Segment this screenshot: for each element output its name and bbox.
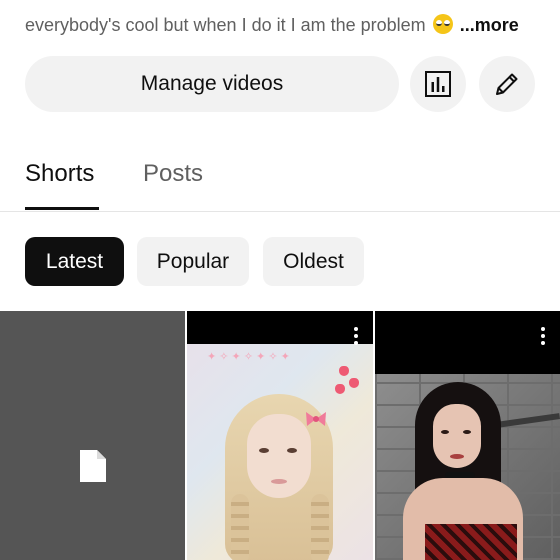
manage-videos-button[interactable]: Manage videos [25, 56, 399, 112]
short-thumbnail-image: ✦ ✧ ✦ ✧ ✦ ✧ ✦ [187, 344, 373, 560]
content-tabs: Shorts Posts [0, 150, 560, 212]
pencil-icon [496, 73, 518, 95]
thumbnail-figure-plaid-top [425, 524, 517, 560]
strawberry-decoration [335, 384, 345, 394]
document-icon [80, 450, 106, 482]
thumbnail-figure-eye [463, 430, 471, 434]
filter-chip-latest[interactable]: Latest [25, 237, 124, 286]
sparkle-decoration: ✦ ✧ ✦ ✧ ✦ ✧ ✦ [207, 351, 290, 363]
bio-text: everybody's cool but when I do it I am t… [25, 15, 426, 35]
more-vert-icon[interactable] [353, 327, 359, 349]
shorts-grid: ✦ ✧ ✦ ✧ ✦ ✧ ✦ [0, 311, 560, 560]
thumbnail-figure-eye [441, 430, 449, 434]
analytics-button[interactable] [410, 56, 466, 112]
thumbnail-figure-eye [287, 448, 297, 453]
strawberry-decoration [339, 366, 349, 376]
thumbnail-figure-braid [311, 494, 329, 560]
tab-shorts[interactable]: Shorts [25, 160, 94, 188]
strawberry-decoration [349, 378, 359, 388]
short-thumbnail-image [375, 374, 560, 560]
edit-button[interactable] [479, 56, 535, 112]
short-tile-thumbnail[interactable] [375, 311, 560, 560]
short-tile-thumbnail[interactable]: ✦ ✧ ✦ ✧ ✦ ✧ ✦ [187, 311, 373, 560]
thumbnail-figure-lips [450, 454, 464, 459]
short-tile-placeholder[interactable] [0, 311, 185, 560]
rolling-eyes-emoji-icon [432, 14, 453, 34]
more-vert-icon[interactable] [540, 327, 546, 349]
bow-decoration [306, 412, 326, 426]
tab-posts[interactable]: Posts [143, 160, 203, 188]
filter-chip-popular[interactable]: Popular [137, 237, 249, 286]
analytics-icon [425, 71, 451, 97]
thumbnail-figure-face [247, 414, 311, 498]
channel-description[interactable]: everybody's cool but when I do it I am t… [25, 14, 545, 36]
filter-chip-oldest[interactable]: Oldest [263, 237, 364, 286]
active-tab-indicator [25, 207, 99, 210]
thumbnail-figure-choker [445, 472, 475, 478]
thumbnail-figure-eye [259, 448, 269, 453]
more-link[interactable]: ...more [460, 15, 519, 35]
thumbnail-figure-braid [231, 494, 249, 560]
thumbnail-figure-lips [271, 479, 287, 484]
